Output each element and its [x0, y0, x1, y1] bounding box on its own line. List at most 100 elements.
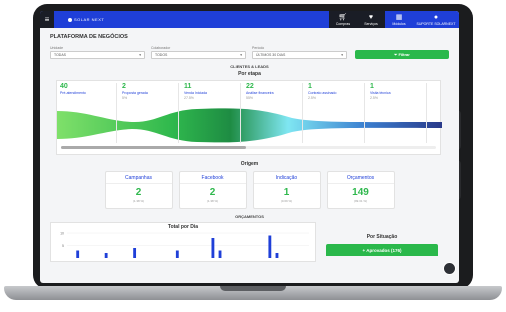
- origem-card-campanhas[interactable]: Campanhas 2 (1.38 %): [104, 171, 173, 209]
- chevron-down-icon: ▾: [240, 53, 242, 57]
- select-value: TODOS: [155, 53, 168, 57]
- bar[interactable]: [275, 253, 279, 258]
- origem-card-orcamentos[interactable]: Orçamentos 149 (99.31 %): [326, 171, 395, 209]
- filter-unidade: Unidade TODAS ▾: [50, 46, 145, 59]
- laptop-notch: [220, 286, 286, 291]
- chat-button[interactable]: [443, 262, 456, 275]
- stage-column[interactable]: 2 Proposta gerada 5%: [119, 83, 179, 143]
- card-value: 149: [352, 187, 369, 198]
- stage-name: Análise financeira: [246, 91, 274, 95]
- stage-count: 22: [246, 83, 254, 90]
- approved-badge[interactable]: + Aprovados (176): [326, 244, 438, 256]
- filter-colaborador: Colaborador TODOS ▾: [151, 46, 246, 59]
- grid-icon: ▦: [395, 13, 403, 21]
- filter-button[interactable]: ⏷ Filtrar: [355, 50, 450, 59]
- filters-row: Unidade TODAS ▾ Colaborador TODOS ▾ Perí…: [50, 46, 450, 59]
- origem-card-facebook[interactable]: Facebook 2 (1.38 %): [178, 171, 247, 209]
- origem-card-indicacao[interactable]: Indicação 1 (0.69 %): [252, 171, 321, 209]
- filter-label: Colaborador: [151, 46, 171, 50]
- origem-title: Origem: [240, 161, 259, 167]
- user-menu[interactable]: ● SUPORTE SOLARNEXT: [413, 11, 459, 28]
- unidade-select[interactable]: TODAS ▾: [50, 51, 145, 59]
- stage-count: 11: [184, 83, 192, 90]
- nav-compras[interactable]: 🛒︎ Compras: [329, 11, 357, 28]
- stage-column[interactable]: 1 Contrato assinado 2.5%: [305, 83, 365, 143]
- funnel-scrollbar[interactable]: [61, 146, 436, 149]
- logo: SOLAR NEXT: [68, 17, 104, 22]
- bar[interactable]: [133, 248, 137, 258]
- nav-label: Serviços: [364, 21, 378, 26]
- stage-name: Pré-atendimento: [60, 91, 86, 95]
- scrollbar-thumb[interactable]: [61, 146, 246, 149]
- card-title: Indicação: [253, 175, 320, 184]
- card-percent: (1.38 %): [132, 199, 145, 203]
- per-day-chart: 10 5: [60, 232, 309, 259]
- periodo-select[interactable]: ÚLTIMOS 30 DIAS ▾: [252, 51, 347, 59]
- top-bar: ≡ SOLAR NEXT 🛒︎ Compras ♥ Serviços ▦ Mód…: [40, 11, 459, 28]
- stage-column[interactable]: 1 Visita técnica 2.5%: [367, 83, 427, 143]
- stage-column[interactable]: 22 Análise financeira 55%: [243, 83, 303, 143]
- heart-icon: ♥: [368, 13, 374, 21]
- logo-text: SOLAR NEXT: [74, 17, 105, 22]
- stage-count: 1: [370, 83, 374, 90]
- nav-servicos[interactable]: ♥ Serviços: [357, 11, 385, 28]
- per-day-panel: Total por Dia 10 5: [50, 222, 316, 262]
- filter-periodo: Período ÚLTIMOS 30 DIAS ▾: [252, 46, 347, 59]
- y-tick-label: 5: [62, 244, 64, 248]
- card-value: 1: [283, 187, 290, 198]
- card-title: Campanhas: [105, 175, 172, 184]
- stage-name: Visita técnica: [370, 91, 391, 95]
- select-value: ÚLTIMOS 30 DIAS: [256, 53, 286, 57]
- chevron-down-icon: ▾: [139, 53, 141, 57]
- orcamentos-row: Total por Dia 10 5 Por Situação + Aprovad…: [50, 222, 449, 262]
- y-tick-label: 10: [60, 232, 64, 236]
- nav-modulos[interactable]: ▦ Módulos: [385, 11, 413, 28]
- menu-icon[interactable]: ≡: [40, 11, 54, 28]
- stage-percent: 2.5%: [308, 96, 316, 100]
- stage-funnel: 40 Pré-atendimento 2 Proposta gerada 5% …: [56, 80, 442, 155]
- stage-percent: 5%: [122, 96, 128, 100]
- stage-column[interactable]: 11 Venda Iniciada 27.5%: [181, 83, 241, 143]
- main-content: PLATAFORMA DE NEGÓCIOS Unidade TODAS ▾ C…: [40, 28, 459, 283]
- user-icon: ●: [433, 13, 439, 21]
- situation-title: Por Situação: [366, 234, 398, 240]
- origem-cards: Campanhas 2 (1.38 %) Facebook 2 (1.38 %)…: [50, 171, 449, 209]
- nav-label: Compras: [335, 21, 351, 26]
- situation-panel: Por Situação + Aprovados (176): [326, 222, 438, 262]
- card-title: Orçamentos: [327, 175, 394, 184]
- leads-section-title: CLIENTES & LEADS: [230, 64, 269, 69]
- bar[interactable]: [218, 250, 222, 259]
- cart-icon: 🛒︎: [338, 13, 348, 21]
- card-percent: (0.69 %): [280, 199, 293, 203]
- stage-column[interactable]: 40 Pré-atendimento: [57, 83, 117, 143]
- laptop-frame: ≡ SOLAR NEXT 🛒︎ Compras ♥ Serviços ▦ Mód…: [0, 0, 506, 312]
- top-nav: 🛒︎ Compras ♥ Serviços ▦ Módulos ● SUPORT…: [329, 11, 459, 28]
- user-label: SUPORTE SOLARNEXT: [416, 21, 456, 26]
- stage-name: Contrato assinado: [308, 91, 337, 95]
- stage-count: 40: [60, 83, 68, 90]
- bar[interactable]: [104, 253, 108, 258]
- filter-button-label: Filtrar: [398, 52, 410, 57]
- filter-label: Período: [252, 46, 265, 50]
- bar[interactable]: [268, 235, 272, 259]
- select-value: TODAS: [54, 53, 66, 57]
- stage-percent: 2.5%: [370, 96, 378, 100]
- stage-name: Proposta gerada: [122, 91, 148, 95]
- card-percent: (99.31 %): [353, 199, 367, 203]
- stage-count: 1: [308, 83, 312, 90]
- bar[interactable]: [76, 250, 80, 259]
- bar[interactable]: [175, 250, 179, 259]
- filter-label: Unidade: [50, 46, 64, 50]
- nav-label: Módulos: [392, 21, 406, 26]
- bar[interactable]: [211, 238, 215, 258]
- card-percent: (1.38 %): [206, 199, 219, 203]
- stage-name: Venda Iniciada: [184, 91, 207, 95]
- card-title: Facebook: [179, 175, 246, 184]
- card-value: 2: [135, 187, 142, 198]
- stage-percent: 55%: [246, 96, 254, 100]
- logo-sun-icon: [68, 17, 72, 22]
- colaborador-select[interactable]: TODOS ▾: [151, 51, 246, 59]
- app-screen: ≡ SOLAR NEXT 🛒︎ Compras ♥ Serviços ▦ Mód…: [40, 11, 459, 283]
- stage-count: 2: [122, 83, 126, 90]
- chevron-down-icon: ▾: [341, 53, 343, 57]
